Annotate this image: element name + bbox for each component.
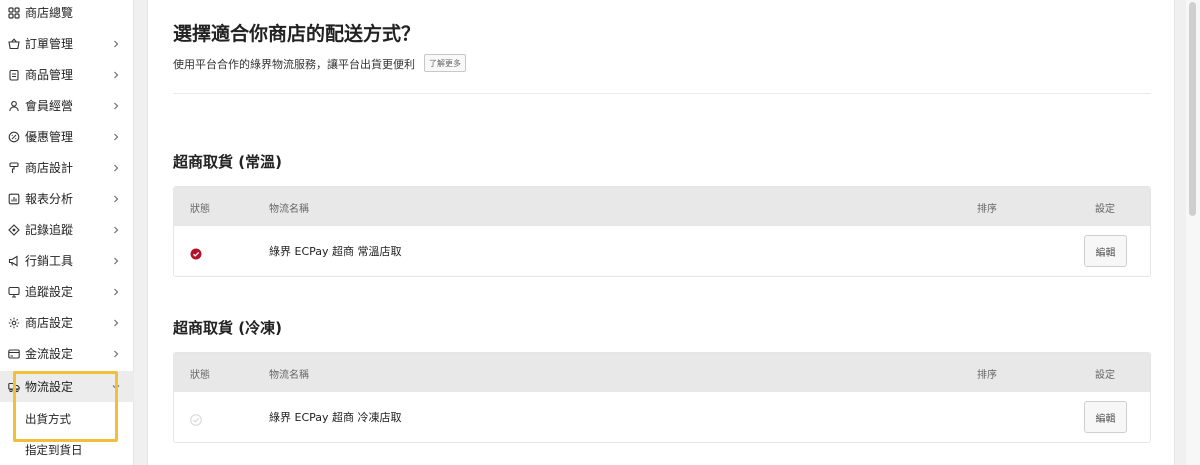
sidebar-item-label: 金流設定 — [25, 347, 74, 361]
header-name: 物流名稱 — [269, 370, 309, 381]
header-order: 排序 — [977, 204, 997, 215]
user-icon — [8, 100, 20, 112]
chevron-right-icon — [112, 195, 120, 203]
main-content: 選擇適合你商店的配送方式？ 使用平台合作的綠界物流服務，讓平台出貨更便利 了解更… — [147, 0, 1175, 465]
section-title-frozen: 超商取貨 (冷凍) — [173, 319, 282, 337]
table-row: 綠界 ECPay 超商 常溫店取 編輯 — [174, 226, 1150, 276]
sidebar-item-store-overview[interactable]: 商店總覽 — [0, 0, 134, 28]
sidebar-item-members[interactable]: 會員經營 — [0, 90, 134, 121]
logistics-name: 綠界 ECPay 超商 常溫店取 — [269, 245, 402, 258]
table-row: 綠界 ECPay 超商 冷凍店取 編輯 — [174, 392, 1150, 442]
section-title-ambient: 超商取貨 (常溫) — [173, 153, 282, 171]
logistics-name: 綠界 ECPay 超商 冷凍店取 — [269, 411, 402, 424]
chevron-right-icon — [112, 71, 120, 79]
page-subtitle: 使用平台合作的綠界物流服務，讓平台出貨更便利 — [173, 58, 415, 71]
sidebar-item-label: 報表分析 — [25, 192, 74, 206]
sidebar-item-label: 追蹤設定 — [25, 285, 74, 299]
sidebar-item-products[interactable]: 商品管理 — [0, 59, 134, 90]
chevron-right-icon — [112, 40, 120, 48]
chevron-right-icon — [112, 319, 120, 327]
chevron-down-icon — [112, 383, 120, 391]
chevron-right-icon — [112, 164, 120, 172]
chart-icon — [8, 193, 20, 205]
edit-button[interactable]: 編輯 — [1084, 401, 1127, 433]
gear-icon — [8, 317, 20, 329]
chevron-right-icon — [112, 102, 120, 110]
sidebar-item-label: 商品管理 — [25, 68, 74, 82]
chevron-right-icon — [112, 133, 120, 141]
table-header: 狀態 物流名稱 排序 設定 — [174, 187, 1150, 226]
header-name: 物流名稱 — [269, 204, 309, 215]
sidebar-item-label: 記錄追蹤 — [25, 223, 74, 237]
page-title: 選擇適合你商店的配送方式？ — [173, 23, 421, 45]
chevron-right-icon — [112, 226, 120, 234]
sidebar-item-marketing-tools[interactable]: 行銷工具 — [0, 245, 134, 276]
sidebar-subitem-label: 指定到貨日 — [25, 443, 83, 457]
sidebar: 商店總覽 訂單管理 商品管理 會員經營 優惠管理 商店設計 報表分析 記錄追蹤 … — [0, 0, 134, 465]
sidebar-item-orders[interactable]: 訂單管理 — [0, 28, 134, 59]
logistics-table-frozen: 狀態 物流名稱 排序 設定 綠界 ECPay 超商 冷凍店取 編輯 — [173, 352, 1151, 443]
chevron-right-icon — [112, 350, 120, 358]
divider — [173, 93, 1151, 94]
sidebar-item-label: 行銷工具 — [25, 254, 74, 268]
dashboard-icon — [8, 6, 20, 19]
logistics-table-ambient: 狀態 物流名稱 排序 設定 綠界 ECPay 超商 常溫店取 編輯 — [173, 186, 1151, 277]
monitor-icon — [8, 286, 20, 298]
sidebar-item-label: 會員經營 — [25, 99, 74, 113]
sidebar-item-promotions[interactable]: 優惠管理 — [0, 121, 134, 152]
clipboard-icon — [8, 69, 20, 81]
edit-button[interactable]: 編輯 — [1084, 235, 1127, 267]
sidebar-subitem-shipping-methods[interactable]: 出貨方式 — [0, 403, 134, 434]
header-status: 狀態 — [190, 370, 210, 381]
sidebar-item-payment-settings[interactable]: 金流設定 — [0, 338, 134, 369]
disabled-check-icon[interactable] — [190, 411, 202, 426]
header-settings: 設定 — [1095, 204, 1115, 215]
megaphone-icon — [8, 255, 20, 267]
sidebar-item-store-settings[interactable]: 商店設定 — [0, 307, 134, 338]
sidebar-item-reports[interactable]: 報表分析 — [0, 183, 134, 214]
chevron-right-icon — [112, 257, 120, 265]
table-header: 狀態 物流名稱 排序 設定 — [174, 353, 1150, 392]
sidebar-item-store-design[interactable]: 商店設計 — [0, 152, 134, 183]
sidebar-item-label: 優惠管理 — [25, 130, 74, 144]
header-status: 狀態 — [190, 204, 210, 215]
sidebar-item-tracking-settings[interactable]: 追蹤設定 — [0, 276, 134, 307]
sidebar-item-tracking-records[interactable]: 記錄追蹤 — [0, 214, 134, 245]
chevron-right-icon — [112, 288, 120, 296]
sidebar-item-label: 商店總覽 — [25, 6, 74, 20]
header-settings: 設定 — [1095, 370, 1115, 381]
sidebar-item-label: 商店設定 — [25, 316, 74, 330]
scrollbar-thumb[interactable] — [1189, 2, 1196, 216]
enabled-check-icon[interactable] — [190, 245, 202, 260]
header-order: 排序 — [977, 370, 997, 381]
credit-card-icon — [8, 348, 20, 360]
sidebar-item-label: 訂單管理 — [25, 37, 74, 51]
basket-icon — [8, 37, 20, 50]
scrollbar[interactable] — [1186, 0, 1200, 465]
sidebar-item-logistics-settings[interactable]: 物流設定 — [0, 371, 134, 402]
sidebar-item-label: 物流設定 — [25, 380, 74, 394]
sidebar-subitem-label: 出貨方式 — [25, 412, 71, 426]
sidebar-subitem-delivery-date[interactable]: 指定到貨日 — [0, 434, 134, 465]
sidebar-item-label: 商店設計 — [25, 161, 74, 175]
paint-roller-icon — [8, 161, 20, 174]
discount-icon — [8, 131, 20, 143]
truck-icon — [8, 381, 20, 393]
learn-more-button[interactable]: 了解更多 — [424, 54, 466, 72]
target-icon — [8, 223, 20, 236]
